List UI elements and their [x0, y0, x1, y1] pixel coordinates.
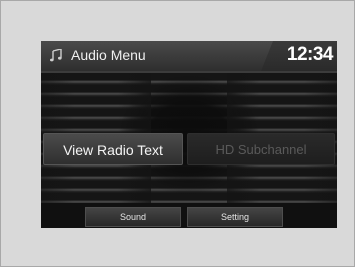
sound-button[interactable]: Sound: [85, 207, 181, 227]
clock: 12:34: [286, 44, 334, 65]
figure-frame: Audio Menu 12:34 View Radio Text HD Subc…: [0, 0, 355, 267]
header-bar: Audio Menu 12:34: [41, 41, 337, 71]
screen-title: Audio Menu: [71, 47, 146, 63]
setting-button[interactable]: Setting: [187, 207, 283, 227]
hd-subchannel-button[interactable]: HD Subchannel: [187, 133, 335, 165]
audio-display-screen: Audio Menu 12:34 View Radio Text HD Subc…: [41, 41, 337, 228]
music-note-icon: [50, 48, 62, 62]
bottom-bar: Sound Setting: [41, 203, 337, 228]
view-radio-text-button[interactable]: View Radio Text: [43, 133, 183, 165]
